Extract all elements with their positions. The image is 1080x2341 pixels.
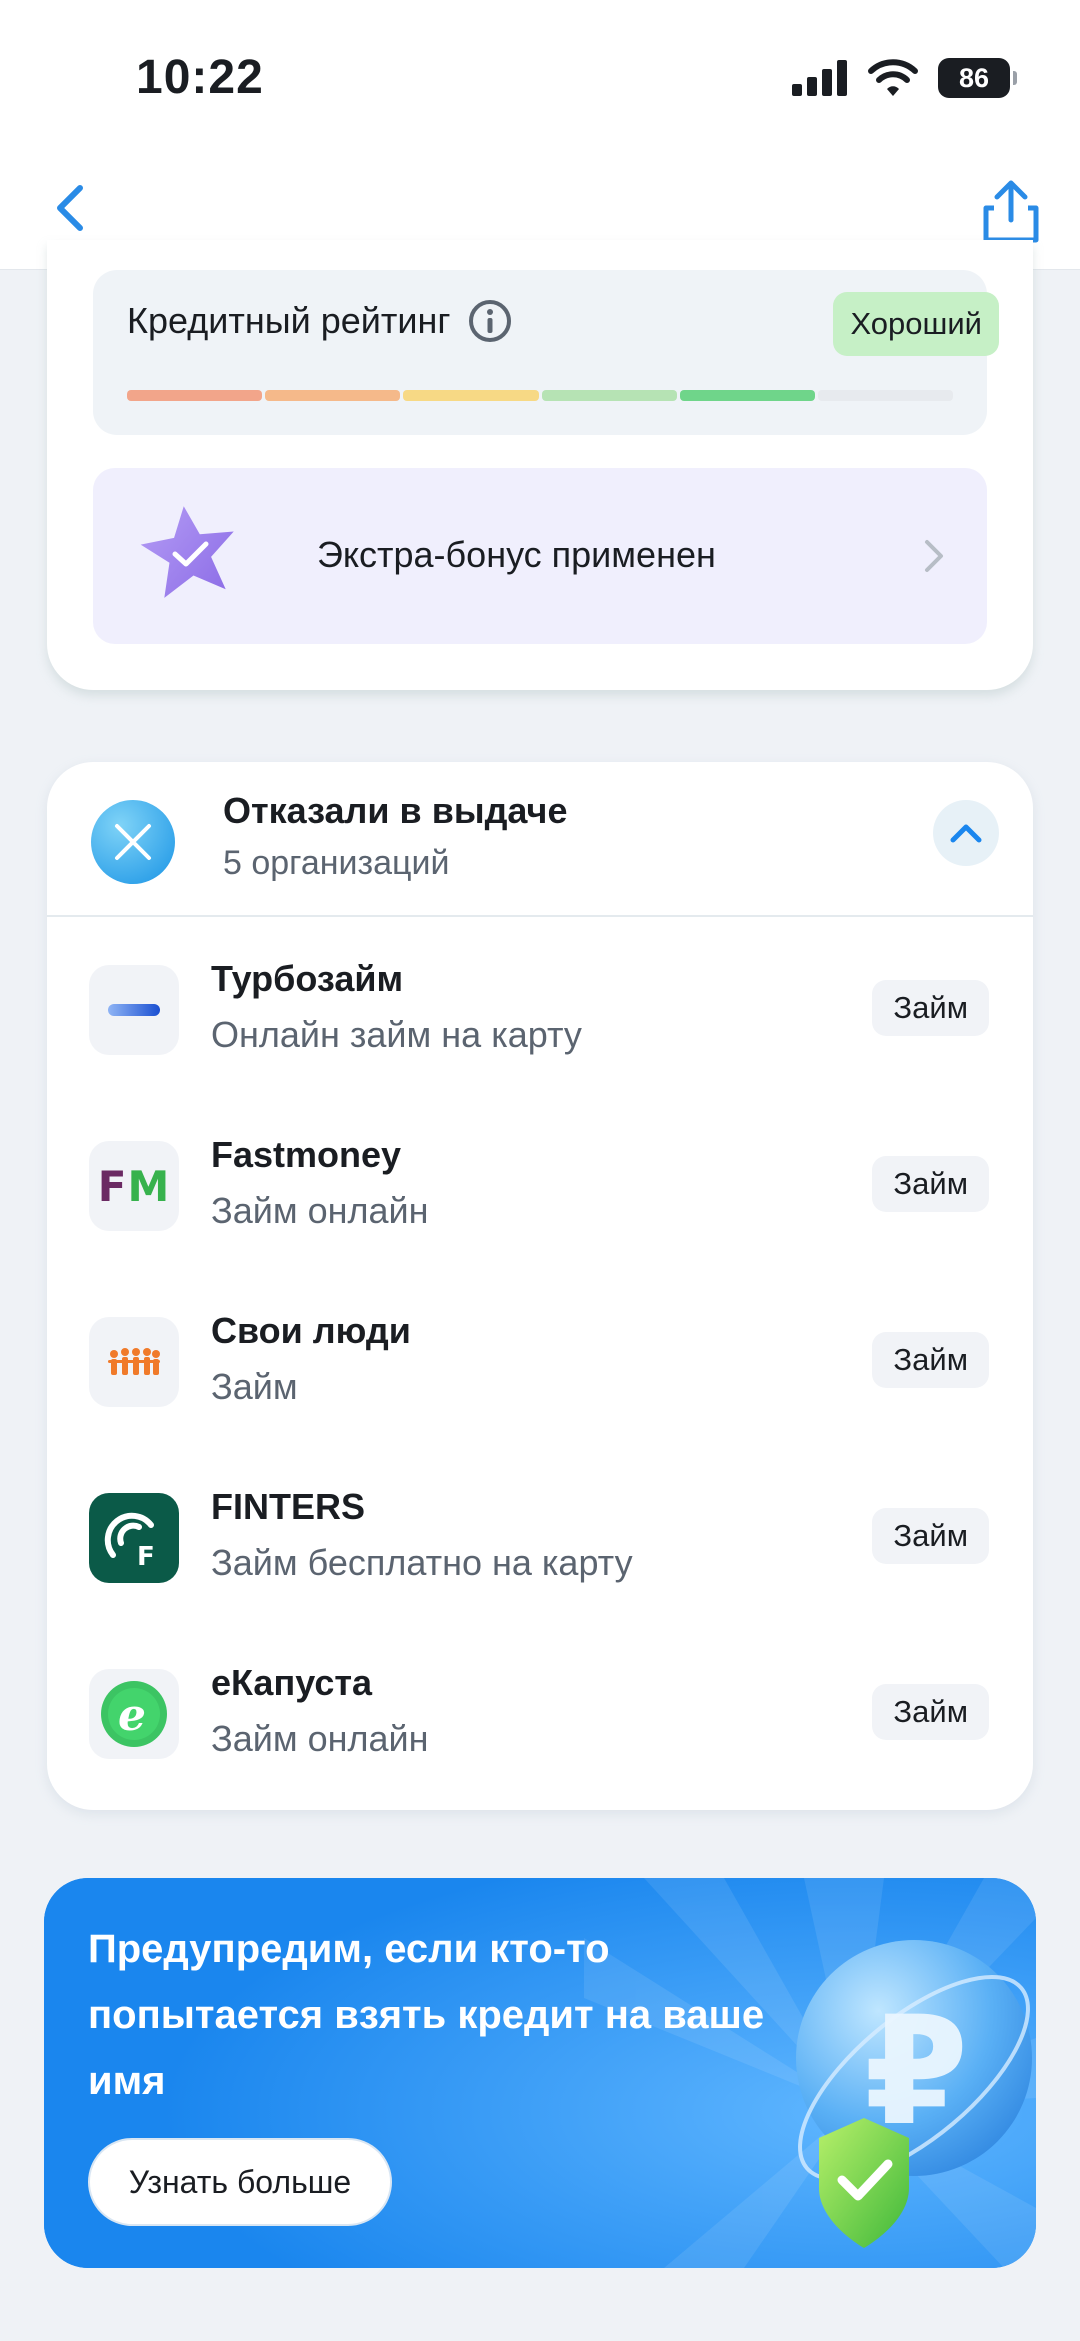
credit-rating-bar [127,390,954,401]
extra-bonus-row[interactable]: Экстра-бонус применен [93,468,987,644]
credit-rating-label: Кредитный рейтинг [127,300,451,341]
lender-type-tag: Займ [872,1508,989,1564]
lender-description: Займ [211,1366,298,1407]
wifi-icon [868,59,918,96]
battery-indicator: 86 [938,58,1017,98]
ekapusta-logo: e [89,1669,179,1759]
lender-description: Онлайн займ на карту [211,1014,582,1055]
lender-description: Займ бесплатно на карту [211,1542,633,1583]
signal-icon [792,60,847,96]
ruble-coin-shield-icon: ₽ [796,1940,1032,2248]
lender-row[interactable]: e еКапуста Займ онлайн Займ [47,1624,1033,1800]
refused-count: 5 организаций [223,844,450,882]
lender-type-tag: Займ [872,1684,989,1740]
credit-rating-status-badge: Хороший [833,292,999,356]
lender-name: FINTERS [211,1486,366,1527]
lender-name: Турбозайм [211,958,404,999]
svg-text:e: e [118,1690,146,1741]
svoi-lyudi-logo [89,1317,179,1407]
collapse-button[interactable] [933,800,999,866]
lender-type-tag: Займ [872,1156,989,1212]
rating-segment [127,390,263,401]
credit-rating-card: Кредитный рейтинг Хороший Экстра-бонус п… [47,240,1033,690]
promo-text: Предупредим, если кто-то попытается взят… [88,1927,765,2103]
rating-segment [679,390,815,401]
rating-segment [817,390,954,401]
lender-description: Займ онлайн [211,1718,429,1759]
fastmoney-logo: FM [89,1141,179,1231]
finters-logo: F [89,1493,179,1583]
lender-row[interactable]: Турбозайм Онлайн займ на карту Займ [47,920,1033,1096]
fastmoney-logo-text: FM [97,1161,171,1211]
chevron-up-icon [950,824,982,843]
refused-lenders-card: Отказали в выдаче 5 организаций Турбозай… [47,762,1033,1810]
status-icons: 86 [792,58,1017,98]
fraud-alert-promo-banner[interactable]: Предупредим, если кто-то попытается взят… [44,1878,1036,2268]
rating-segment [541,390,677,401]
lender-name: Fastmoney [211,1134,402,1175]
info-icon[interactable] [467,298,513,344]
lender-name: еКапуста [211,1662,372,1703]
chevron-left-icon[interactable] [46,180,102,236]
bonus-star-icon [140,506,234,598]
lender-description: Займ онлайн [211,1190,429,1231]
lender-type-tag: Займ [872,980,989,1036]
share-icon[interactable] [980,178,1042,244]
learn-more-button[interactable]: Узнать больше [88,2138,392,2226]
lender-name: Свои люди [211,1310,411,1351]
lender-row[interactable]: FM Fastmoney Займ онлайн Займ [47,1096,1033,1272]
refused-title: Отказали в выдаче [223,790,568,831]
close-circle-icon [91,800,175,884]
status-bar: 10:22 86 [0,0,1080,160]
status-time: 10:22 [136,51,264,104]
refused-header[interactable]: Отказали в выдаче 5 организаций [47,762,1033,917]
lender-row[interactable]: Свои люди Займ Займ [47,1272,1033,1448]
turbozaim-logo [89,965,179,1055]
rating-segment [403,390,539,401]
lender-row[interactable]: F FINTERS Займ бесплатно на карту Займ [47,1448,1033,1624]
extra-bonus-label: Экстра-бонус применен [317,534,716,575]
rating-segment [265,390,401,401]
svg-text:F: F [137,1542,155,1572]
lender-type-tag: Займ [872,1332,989,1388]
chevron-right-icon [925,540,943,572]
